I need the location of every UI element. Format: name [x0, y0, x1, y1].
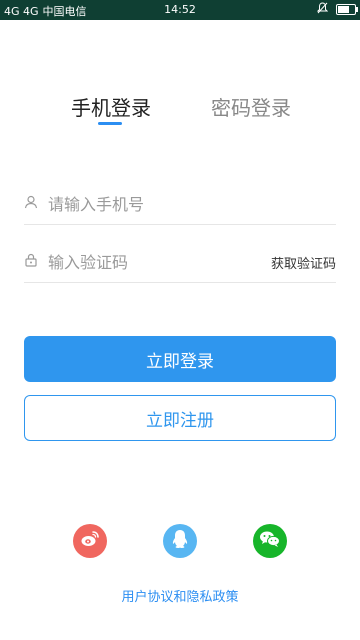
status-right	[316, 2, 358, 17]
bell-icon	[316, 2, 329, 17]
agreement-link[interactable]: 用户协议和隐私政策	[0, 586, 360, 605]
phone-input[interactable]	[46, 188, 280, 220]
tab-password-login[interactable]: 密码登录	[211, 92, 291, 121]
qq-login-button[interactable]	[163, 524, 197, 558]
login-button[interactable]: 立即登录	[24, 336, 336, 382]
weibo-icon	[80, 530, 100, 552]
weibo-login-button[interactable]	[73, 524, 107, 558]
user-icon	[24, 194, 38, 209]
code-input[interactable]	[46, 246, 280, 278]
qq-icon	[171, 529, 189, 553]
wechat-icon	[259, 530, 281, 552]
lock-icon	[24, 252, 38, 267]
register-button[interactable]: 立即注册	[24, 395, 336, 441]
phone-field	[24, 182, 336, 225]
status-bar: 4G 4G 中国电信 14:52	[0, 0, 360, 20]
battery-icon	[336, 4, 358, 15]
status-time: 14:52	[164, 3, 196, 16]
wechat-login-button[interactable]	[253, 524, 287, 558]
code-field: 获取验证码	[24, 240, 336, 283]
tab-phone-login[interactable]: 手机登录	[71, 92, 151, 121]
tab-active-indicator	[98, 122, 122, 125]
get-code-button[interactable]: 获取验证码	[271, 253, 336, 272]
